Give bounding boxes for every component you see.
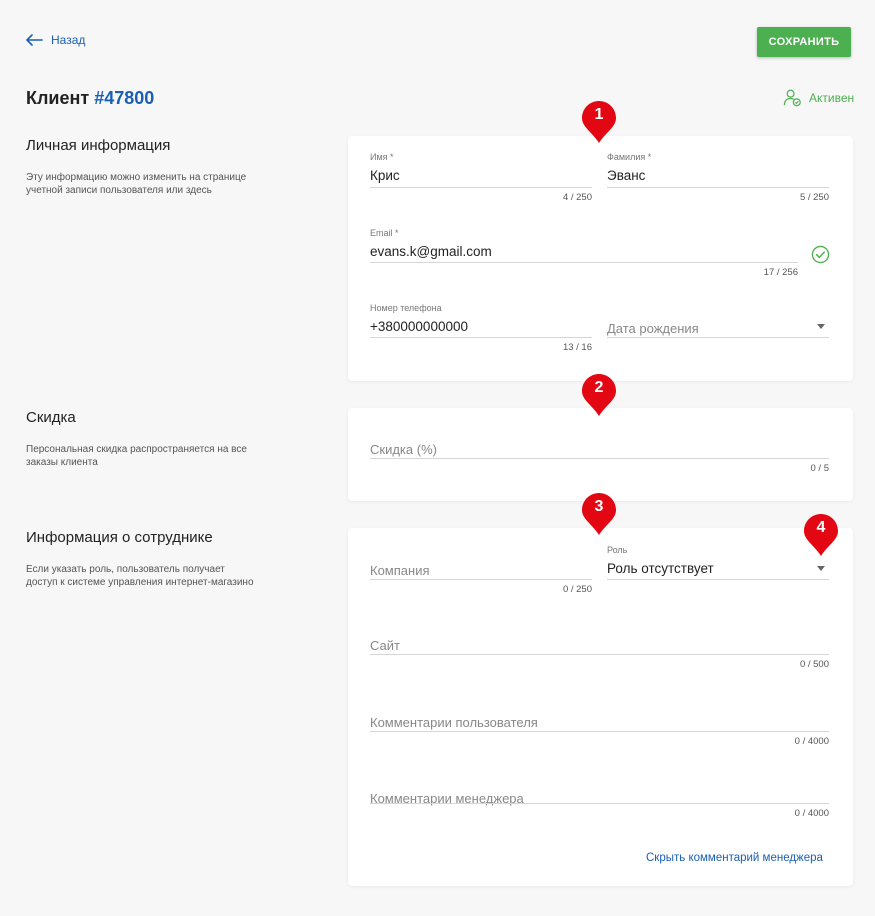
- marker-1: 1: [581, 100, 617, 144]
- email-field[interactable]: Email * evans.k@gmail.com 17 / 256: [370, 228, 798, 280]
- marker-4-label: 4: [816, 519, 826, 536]
- company-field[interactable]: Компания 0 / 250: [370, 562, 592, 598]
- first-name-label: Имя *: [370, 152, 394, 162]
- last-name-label: Фамилия *: [607, 152, 652, 162]
- last-name-value: Эванс: [607, 168, 646, 183]
- section-desc-employee: Если указать роль, пользователь получает…: [26, 564, 254, 588]
- section-desc-personal: Эту информацию можно изменить на страниц…: [26, 172, 247, 196]
- marker-1-label: 1: [594, 106, 604, 123]
- discount-placeholder: Скидка (%): [370, 442, 437, 457]
- site-field[interactable]: Сайт 0 / 500: [370, 637, 829, 673]
- client-number: #47800: [94, 88, 155, 108]
- role-select[interactable]: Роль Роль отсутствует: [607, 545, 829, 580]
- user-comments-placeholder: Комментарии пользователя: [370, 715, 538, 730]
- first-name-value: Крис: [370, 168, 400, 183]
- site-placeholder: Сайт: [370, 638, 400, 653]
- role-value: Роль отсутствует: [607, 561, 714, 576]
- manager-comments-field[interactable]: Комментарии менеджера 0 / 4000: [370, 790, 829, 822]
- email-underline: [370, 262, 798, 263]
- marker-2-label: 2: [594, 379, 604, 396]
- discount-counter: 0 / 5: [810, 463, 830, 474]
- marker-3: 3: [581, 492, 617, 536]
- save-button[interactable]: СОХРАНИТЬ: [757, 27, 851, 57]
- manager-comments-underline: [370, 803, 829, 804]
- status-badge: Активен: [783, 88, 854, 107]
- email-label: Email *: [370, 228, 399, 238]
- user-comments-field[interactable]: Комментарии пользователя 0 / 4000: [370, 714, 829, 750]
- back-label: Назад: [51, 33, 86, 47]
- chevron-down-icon: [817, 566, 825, 571]
- chevron-down-icon: [817, 324, 825, 329]
- marker-4: 4: [803, 513, 839, 557]
- phone-label: Номер телефона: [370, 303, 442, 313]
- discount-underline: [370, 458, 829, 459]
- check-circle-icon: [811, 245, 830, 264]
- site-underline: [370, 654, 829, 655]
- phone-counter: 13 / 16: [562, 342, 592, 353]
- marker-3-label: 3: [594, 498, 604, 515]
- hide-manager-comment-link[interactable]: Скрыть комментарий менеджера: [646, 852, 823, 864]
- last-name-counter: 5 / 250: [799, 192, 829, 203]
- arrow-left-icon: [26, 34, 43, 46]
- section-desc-discount: Персональная скидка распространяется на …: [26, 444, 247, 468]
- first-name-field[interactable]: Имя * Крис 4 / 250: [370, 152, 592, 204]
- last-name-underline: [607, 187, 829, 188]
- section-title-employee: Информация о сотруднике: [26, 529, 213, 546]
- phone-field[interactable]: Номер телефона +380000000000 13 / 16: [370, 303, 592, 355]
- back-link[interactable]: Назад: [26, 33, 85, 47]
- manager-comments-counter: 0 / 4000: [794, 808, 829, 819]
- birthdate-placeholder: Дата рождения: [607, 321, 699, 336]
- email-value: evans.k@gmail.com: [370, 244, 492, 259]
- status-label: Активен: [809, 90, 855, 105]
- phone-value: +380000000000: [370, 319, 468, 334]
- user-active-icon: [783, 89, 801, 107]
- user-comments-counter: 0 / 4000: [794, 736, 829, 747]
- company-counter: 0 / 250: [562, 584, 592, 595]
- role-label: Роль: [607, 545, 628, 555]
- phone-underline: [370, 337, 592, 338]
- first-name-counter: 4 / 250: [562, 192, 592, 203]
- section-title-personal: Личная информация: [26, 137, 171, 154]
- section-title-discount: Скидка: [26, 409, 76, 426]
- birthdate-underline: [607, 337, 829, 338]
- marker-2: 2: [581, 373, 617, 417]
- email-counter: 17 / 256: [763, 267, 798, 278]
- page-title-prefix: Клиент: [26, 88, 90, 108]
- first-name-underline: [370, 187, 592, 188]
- company-underline: [370, 579, 592, 580]
- page-title: Клиент #47800: [26, 88, 154, 109]
- last-name-field[interactable]: Фамилия * Эванс 5 / 250: [607, 152, 829, 204]
- company-placeholder: Компания: [370, 563, 430, 578]
- discount-field[interactable]: Скидка (%) 0 / 5: [370, 441, 829, 477]
- site-counter: 0 / 500: [799, 659, 829, 670]
- user-comments-underline: [370, 731, 829, 732]
- birthdate-select[interactable]: Дата рождения: [607, 318, 829, 340]
- role-underline: [607, 579, 829, 580]
